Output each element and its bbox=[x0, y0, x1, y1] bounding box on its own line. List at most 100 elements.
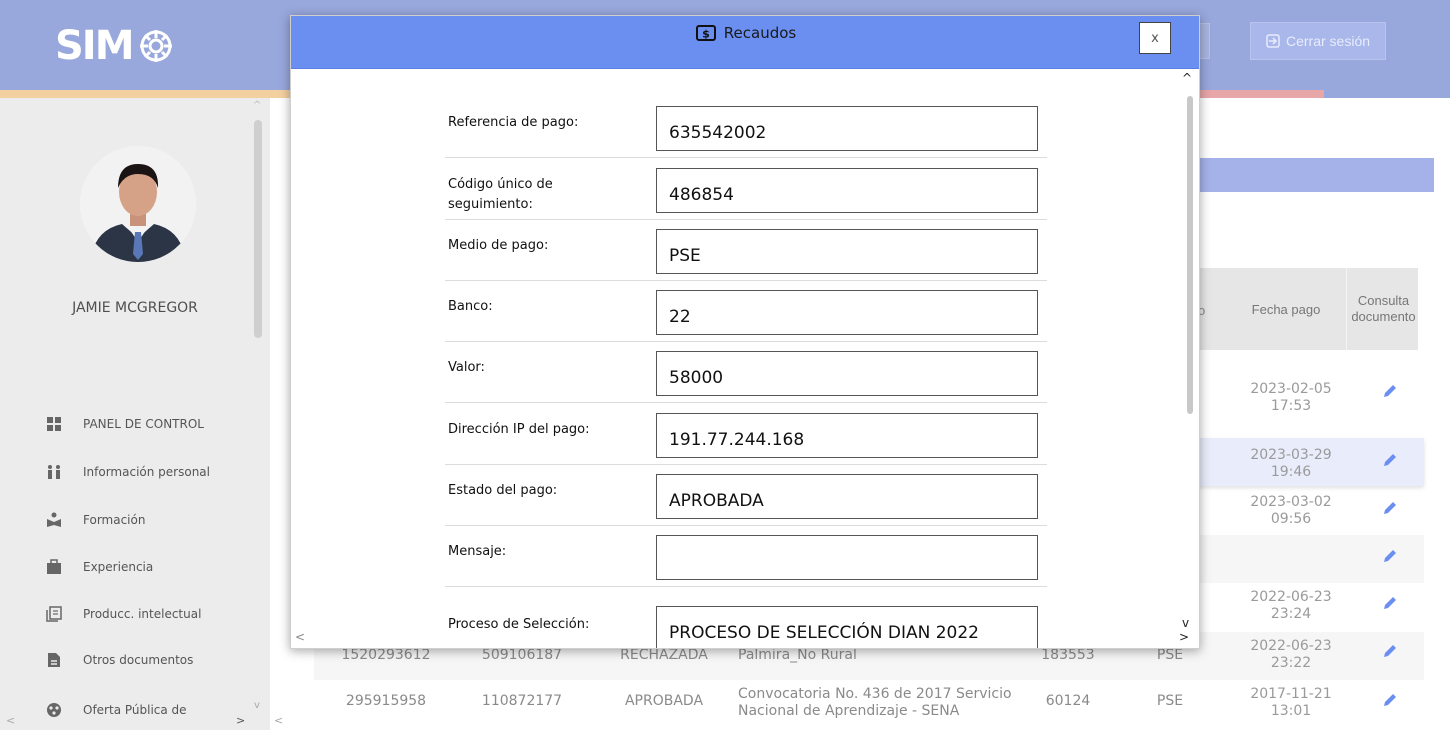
sidebar-item-label: Experiencia bbox=[83, 560, 154, 574]
modal-scrollbar-thumb[interactable] bbox=[1187, 96, 1193, 414]
modal-body: Referencia de pago: 635542002 Código úni… bbox=[291, 69, 1199, 648]
field-label: Código único de seguimiento: bbox=[448, 177, 553, 212]
field-label: Banco: bbox=[448, 299, 493, 314]
sidebar-item-label: Otros documentos bbox=[83, 653, 194, 667]
user-name: JAMIE MCGREGOR bbox=[72, 300, 198, 316]
edit-pencil-icon[interactable] bbox=[1382, 692, 1398, 708]
edit-pencil-icon[interactable] bbox=[1382, 595, 1398, 611]
simo-logo[interactable]: SIM bbox=[55, 23, 175, 69]
table-cell-fecha: 2023-03-02 09:56 bbox=[1250, 494, 1332, 527]
people-icon bbox=[46, 464, 62, 480]
table-header-consulta: Consulta documento bbox=[1346, 268, 1420, 350]
field-label: Mensaje: bbox=[448, 544, 507, 559]
sidebar-item-panel-de-control[interactable]: PANEL DE CONTROL bbox=[46, 413, 266, 435]
svg-text:$: $ bbox=[702, 28, 710, 41]
sidebar-item-experiencia[interactable]: Experiencia bbox=[46, 556, 266, 578]
sidebar-item-label: Oferta Pública de bbox=[83, 703, 187, 717]
field-label: Dirección IP del pago: bbox=[448, 422, 590, 437]
field-row-codigo-seguimiento: Código único de seguimiento: 486854 bbox=[445, 158, 1047, 220]
edit-pencil-icon[interactable] bbox=[1382, 548, 1398, 564]
modal-scroll-up-icon[interactable]: ^ bbox=[1182, 71, 1192, 85]
medio-pago-input[interactable]: PSE bbox=[656, 229, 1038, 274]
document-icon bbox=[46, 652, 62, 668]
table-cell-fecha: 2023-02-05 17:53 bbox=[1250, 381, 1332, 414]
sidebar-item-otros-documentos[interactable]: Otros documentos bbox=[46, 649, 266, 671]
table-panel-header bbox=[1198, 158, 1434, 192]
table-header-fecha-pago: Fecha pago bbox=[1251, 301, 1321, 317]
table-cell-proceso: Convocatoria No. 436 de 2017 Servicio Na… bbox=[738, 686, 1012, 719]
logo-text: SIM bbox=[55, 23, 134, 69]
table-cell-referencia: 295915958 bbox=[345, 693, 427, 709]
field-row-medio-pago: Medio de pago: PSE bbox=[445, 219, 1047, 281]
modal-title: $ Recaudos bbox=[291, 24, 1199, 42]
table-cell-referencia: 1520293612 bbox=[341, 647, 431, 663]
table-cell-codigo: 110872177 bbox=[481, 693, 563, 709]
logout-label: Cerrar sesión bbox=[1285, 33, 1371, 49]
referencia-pago-input[interactable]: 635542002 bbox=[656, 106, 1038, 151]
sidebar-scroll-up-icon[interactable]: ^ bbox=[253, 100, 261, 111]
modal-header: $ Recaudos x bbox=[291, 16, 1199, 69]
publication-icon bbox=[46, 606, 62, 622]
field-row-direccion-ip: Dirección IP del pago: 191.77.244.168 bbox=[445, 403, 1047, 465]
logout-button[interactable]: Cerrar sesión bbox=[1250, 22, 1386, 60]
sidebar-item-label: PANEL DE CONTROL bbox=[83, 417, 204, 431]
field-label: Medio de pago: bbox=[448, 238, 549, 253]
valor-input[interactable]: 58000 bbox=[656, 351, 1038, 396]
globe-icon bbox=[46, 702, 62, 718]
direccion-ip-input[interactable]: 191.77.244.168 bbox=[656, 413, 1038, 458]
field-label: Referencia de pago: bbox=[448, 115, 579, 130]
recaudos-modal: $ Recaudos x Referencia de pago: 6355420… bbox=[290, 15, 1200, 649]
sidebar-hscroll-right-icon[interactable]: > bbox=[236, 714, 245, 727]
field-row-banco: Banco: 22 bbox=[445, 280, 1047, 342]
close-button[interactable]: x bbox=[1139, 22, 1171, 54]
sidebar-item-oferta-publica[interactable]: Oferta Pública de bbox=[46, 699, 266, 721]
sidebar-item-label: Formación bbox=[83, 513, 146, 527]
education-icon bbox=[46, 512, 62, 528]
money-icon: $ bbox=[695, 25, 716, 41]
estado-pago-input[interactable]: APROBADA bbox=[656, 474, 1038, 519]
banco-input[interactable]: 22 bbox=[656, 290, 1038, 335]
briefcase-icon bbox=[46, 559, 62, 575]
main-hscroll-left-icon[interactable]: < bbox=[274, 714, 283, 727]
table-cell-fecha: 2022-06-23 23:22 bbox=[1250, 638, 1332, 671]
sidebar-item-producc-intelectual[interactable]: Producc. intelectual bbox=[46, 603, 266, 625]
table-cell-fecha: 2017-11-21 13:01 bbox=[1250, 686, 1332, 719]
table-cell-fecha: 2022-06-23 23:24 bbox=[1250, 589, 1332, 622]
field-label: Proceso de Selección: bbox=[448, 617, 590, 632]
table-cell-estado: APROBADA bbox=[624, 693, 704, 709]
field-label: Valor: bbox=[448, 360, 485, 375]
top-bar-stripe bbox=[0, 90, 290, 98]
modal-title-text: Recaudos bbox=[723, 24, 797, 42]
top-bar-stripe bbox=[1324, 90, 1450, 98]
dashboard-icon bbox=[46, 416, 62, 432]
table-cell-estado: RECHAZADA bbox=[620, 647, 708, 663]
edit-pencil-icon[interactable] bbox=[1382, 500, 1398, 516]
table-cell-medio: PSE bbox=[1156, 647, 1184, 663]
user-photo bbox=[80, 146, 196, 262]
edit-pencil-icon[interactable] bbox=[1382, 383, 1398, 399]
avatar bbox=[80, 146, 196, 262]
mensaje-input[interactable] bbox=[656, 535, 1038, 580]
sidebar-item-label: Información personal bbox=[83, 465, 210, 479]
proceso-seleccion-input[interactable]: PROCESO DE SELECCIÓN DIAN 2022 bbox=[656, 606, 1038, 648]
sidebar-scroll-down-icon[interactable]: v bbox=[254, 700, 260, 711]
edit-pencil-icon[interactable] bbox=[1382, 643, 1398, 659]
modal-hscroll-left-icon[interactable]: < bbox=[295, 630, 305, 644]
modal-scroll-down-icon[interactable]: v bbox=[1182, 616, 1189, 630]
field-label: Estado del pago: bbox=[448, 483, 558, 498]
sidebar-item-label: Producc. intelectual bbox=[83, 607, 202, 621]
table-cell-medio: PSE bbox=[1156, 693, 1184, 709]
sidebar-item-informacion-personal[interactable]: Información personal bbox=[46, 461, 266, 483]
sidebar-item-formacion[interactable]: Formación bbox=[46, 509, 266, 531]
table-cell-fecha: 2023-03-29 19:46 bbox=[1250, 447, 1332, 480]
sidebar-hscroll-left-icon[interactable]: < bbox=[6, 714, 15, 727]
table-cell-codigo: 509106187 bbox=[481, 647, 563, 663]
field-row-valor: Valor: 58000 bbox=[445, 341, 1047, 403]
codigo-seguimiento-input[interactable]: 486854 bbox=[656, 168, 1038, 213]
edit-pencil-icon[interactable] bbox=[1382, 452, 1398, 468]
modal-hscroll-right-icon[interactable]: > bbox=[1179, 630, 1189, 644]
logout-icon bbox=[1266, 34, 1280, 48]
table-cell-valor: 60124 bbox=[1045, 693, 1091, 709]
field-row-referencia-pago: Referencia de pago: 635542002 bbox=[445, 96, 1047, 158]
field-row-estado-pago: Estado del pago: APROBADA bbox=[445, 464, 1047, 526]
